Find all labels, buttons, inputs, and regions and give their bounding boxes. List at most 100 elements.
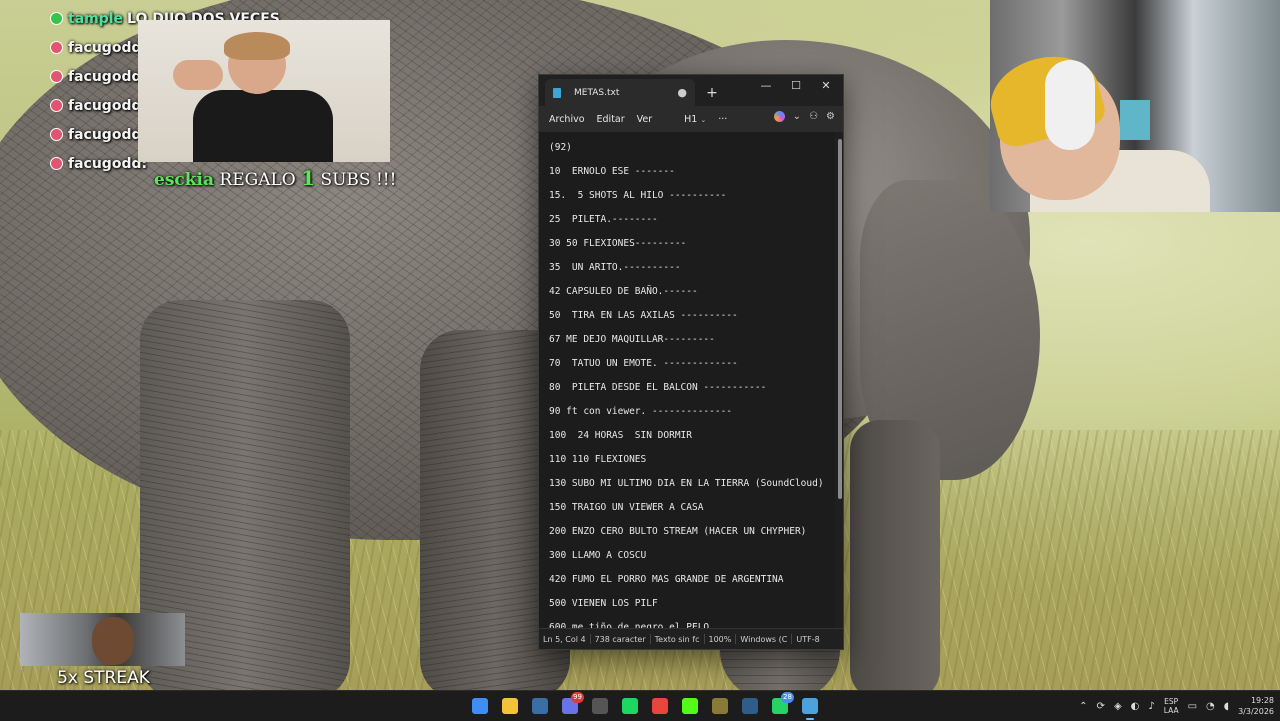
close-button[interactable]: ✕ bbox=[811, 75, 841, 95]
text-editor[interactable]: (92) 10 ERNOLO ESE ------- 15. 5 SHOTS AL … bbox=[539, 132, 835, 631]
spotify-icon bbox=[622, 698, 638, 714]
gear-icon[interactable]: ⚙ bbox=[826, 111, 835, 122]
editor-line[interactable]: 15. 5 SHOTS AL HILO ---------- bbox=[549, 184, 835, 208]
language-code: ESP bbox=[1164, 697, 1179, 706]
microphone-icon[interactable]: ♪ bbox=[1148, 701, 1154, 712]
account-icon[interactable]: ⚇ bbox=[809, 111, 818, 122]
editor-line[interactable]: (92) bbox=[549, 136, 835, 160]
file-explorer-icon bbox=[502, 698, 518, 714]
wifi-icon[interactable]: ◔ bbox=[1206, 701, 1215, 712]
editor-line[interactable]: 300 LLAMO A COSCU bbox=[549, 544, 835, 568]
more-options-button[interactable]: ··· bbox=[712, 114, 733, 125]
taskbar-chrome-icon[interactable] bbox=[648, 694, 672, 718]
steam-icon bbox=[532, 698, 548, 714]
menu-editar[interactable]: Editar bbox=[591, 114, 631, 125]
sub-alert: esckia REGALO 1 SUBS !!! bbox=[154, 166, 396, 190]
editor-line[interactable]: 80 PILETA DESDE EL BALCON ----------- bbox=[549, 376, 835, 400]
editor-line[interactable]: 70 TATUO UN EMOTE. ------------- bbox=[549, 352, 835, 376]
obs-icon bbox=[592, 698, 608, 714]
chat-badge-icon bbox=[50, 41, 63, 54]
taskbar-file-explorer-icon[interactable] bbox=[498, 694, 522, 718]
notepad-tab[interactable]: METAS.txt ● bbox=[545, 79, 695, 106]
taskbar-steam-icon[interactable] bbox=[528, 694, 552, 718]
editor-line[interactable]: 90 ft con viewer. -------------- bbox=[549, 400, 835, 424]
taskbar-apps: 99 28 bbox=[468, 692, 822, 720]
unsaved-dot-icon[interactable]: ● bbox=[677, 86, 687, 99]
editor-line[interactable]: 200 ENZO CERO BULTO STREAM (HACER UN CHY… bbox=[549, 520, 835, 544]
notepad-icon bbox=[802, 698, 818, 714]
copilot-icon[interactable] bbox=[773, 111, 785, 122]
heading-label: H1 bbox=[684, 113, 698, 125]
monitor-icon[interactable]: ▭ bbox=[1188, 701, 1197, 712]
headset-icon bbox=[1045, 60, 1095, 150]
editor-line[interactable]: 10 ERNOLO ESE ------- bbox=[549, 160, 835, 184]
editor-line[interactable]: 420 FUMO EL PORRO MAS GRANDE DE ARGENTIN… bbox=[549, 568, 835, 592]
heading-dropdown[interactable]: H1 ⌄ bbox=[678, 114, 712, 125]
tab-title: METAS.txt bbox=[574, 87, 620, 98]
chat-username: facugodd: bbox=[68, 97, 148, 114]
taskbar-game-icon[interactable] bbox=[708, 694, 732, 718]
sub-alert-verb: REGALO bbox=[219, 170, 296, 190]
editor-line[interactable]: 110 110 FLEXIONES bbox=[549, 448, 835, 472]
vertical-scrollbar[interactable] bbox=[838, 139, 842, 499]
editor-line[interactable]: 50 TIRA EN LAS AXILAS ---------- bbox=[549, 304, 835, 328]
notepad-window[interactable]: METAS.txt ● + — ☐ ✕ Archivo Editar Ver H… bbox=[538, 74, 844, 650]
editor-line[interactable]: 100 24 HORAS SIN DORMIR bbox=[549, 424, 835, 448]
secondary-webcam bbox=[20, 613, 185, 666]
streamer-webcam bbox=[990, 0, 1280, 212]
chat-username: tample bbox=[68, 10, 124, 27]
minimize-button[interactable]: — bbox=[751, 75, 781, 95]
taskbar-steam-2-icon[interactable] bbox=[738, 694, 762, 718]
editor-line[interactable]: 42 CAPSULEO DE BAÑO.------ bbox=[549, 280, 835, 304]
chat-badge-icon bbox=[50, 128, 63, 141]
editor-content[interactable]: (92) 10 ERNOLO ESE ------- 15. 5 SHOTS AL … bbox=[539, 132, 835, 631]
person-hand bbox=[173, 60, 223, 90]
taskbar: 99 28 ⌃ ⟳ ◈ ◐ ♪ ESP LAA ▭ ◔ ◖ 19:28 3/3/2… bbox=[0, 690, 1280, 721]
taskbar-kick-icon[interactable] bbox=[678, 694, 702, 718]
chat-badge-icon bbox=[50, 12, 63, 25]
format-status[interactable]: Texto sin fc bbox=[651, 635, 704, 644]
clock[interactable]: 19:28 3/3/2026 bbox=[1238, 695, 1274, 717]
editor-line[interactable]: 67 ME DEJO MAQUILLAR--------- bbox=[549, 328, 835, 352]
chevron-up-icon[interactable]: ⌃ bbox=[1079, 701, 1087, 712]
editor-line[interactable]: 500 VIENEN LOS PILF bbox=[549, 592, 835, 616]
notepad-menubar: Archivo Editar Ver H1 ⌄ ··· ⌄ ⚇ ⚙ bbox=[539, 106, 843, 132]
editor-line[interactable]: 30 50 FLEXIONES--------- bbox=[549, 232, 835, 256]
secondary-face bbox=[92, 617, 134, 665]
network-icon[interactable]: ◐ bbox=[1131, 701, 1140, 712]
volume-icon[interactable]: ◖ bbox=[1224, 701, 1229, 712]
editor-line[interactable]: 35 UN ARITO.---------- bbox=[549, 256, 835, 280]
taskbar-obs-icon[interactable] bbox=[588, 694, 612, 718]
taskbar-spotify-icon[interactable] bbox=[618, 694, 642, 718]
new-tab-button[interactable]: + bbox=[701, 82, 723, 104]
clock-date: 3/3/2026 bbox=[1238, 707, 1274, 716]
menu-ver[interactable]: Ver bbox=[631, 114, 659, 125]
baby-elephant-leg bbox=[850, 420, 940, 690]
chrome-icon bbox=[652, 698, 668, 714]
chat-username: facugodd: bbox=[68, 39, 148, 56]
person-hair bbox=[224, 32, 290, 60]
taskbar-discord-icon[interactable]: 99 bbox=[558, 692, 584, 718]
streak-widget: 5x STREAK bbox=[20, 613, 187, 690]
chat-badge-icon bbox=[50, 99, 63, 112]
notepad-titlebar[interactable]: METAS.txt ● + — ☐ ✕ bbox=[539, 75, 843, 106]
taskbar-notepad-icon[interactable] bbox=[798, 694, 822, 720]
maximize-button[interactable]: ☐ bbox=[781, 75, 811, 95]
encoding[interactable]: UTF-8 bbox=[792, 635, 823, 644]
security-icon[interactable]: ◈ bbox=[1114, 701, 1122, 712]
chat-username: facugodd: bbox=[68, 155, 148, 172]
sync-icon[interactable]: ⟳ bbox=[1097, 701, 1105, 712]
taskbar-whatsapp-icon[interactable]: 28 bbox=[768, 692, 794, 718]
editor-line[interactable]: 150 TRAIGO UN VIEWER A CASA bbox=[549, 496, 835, 520]
taskbar-start-icon[interactable] bbox=[468, 694, 492, 718]
chevron-down-icon[interactable]: ⌄ bbox=[793, 111, 801, 122]
sub-alert-suffix: SUBS !!! bbox=[320, 170, 397, 190]
menu-archivo[interactable]: Archivo bbox=[543, 114, 591, 125]
editor-line[interactable]: 130 SUBO MI ULTIMO DIA EN LA TIERRA (Sou… bbox=[549, 472, 835, 496]
language-indicator[interactable]: ESP LAA bbox=[1164, 697, 1179, 715]
person-shirt bbox=[193, 90, 333, 162]
notification-badge: 99 bbox=[571, 692, 584, 703]
zoom-level[interactable]: 100% bbox=[705, 635, 736, 644]
line-ending[interactable]: Windows (C bbox=[736, 635, 791, 644]
editor-line[interactable]: 25 PILETA.-------- bbox=[549, 208, 835, 232]
